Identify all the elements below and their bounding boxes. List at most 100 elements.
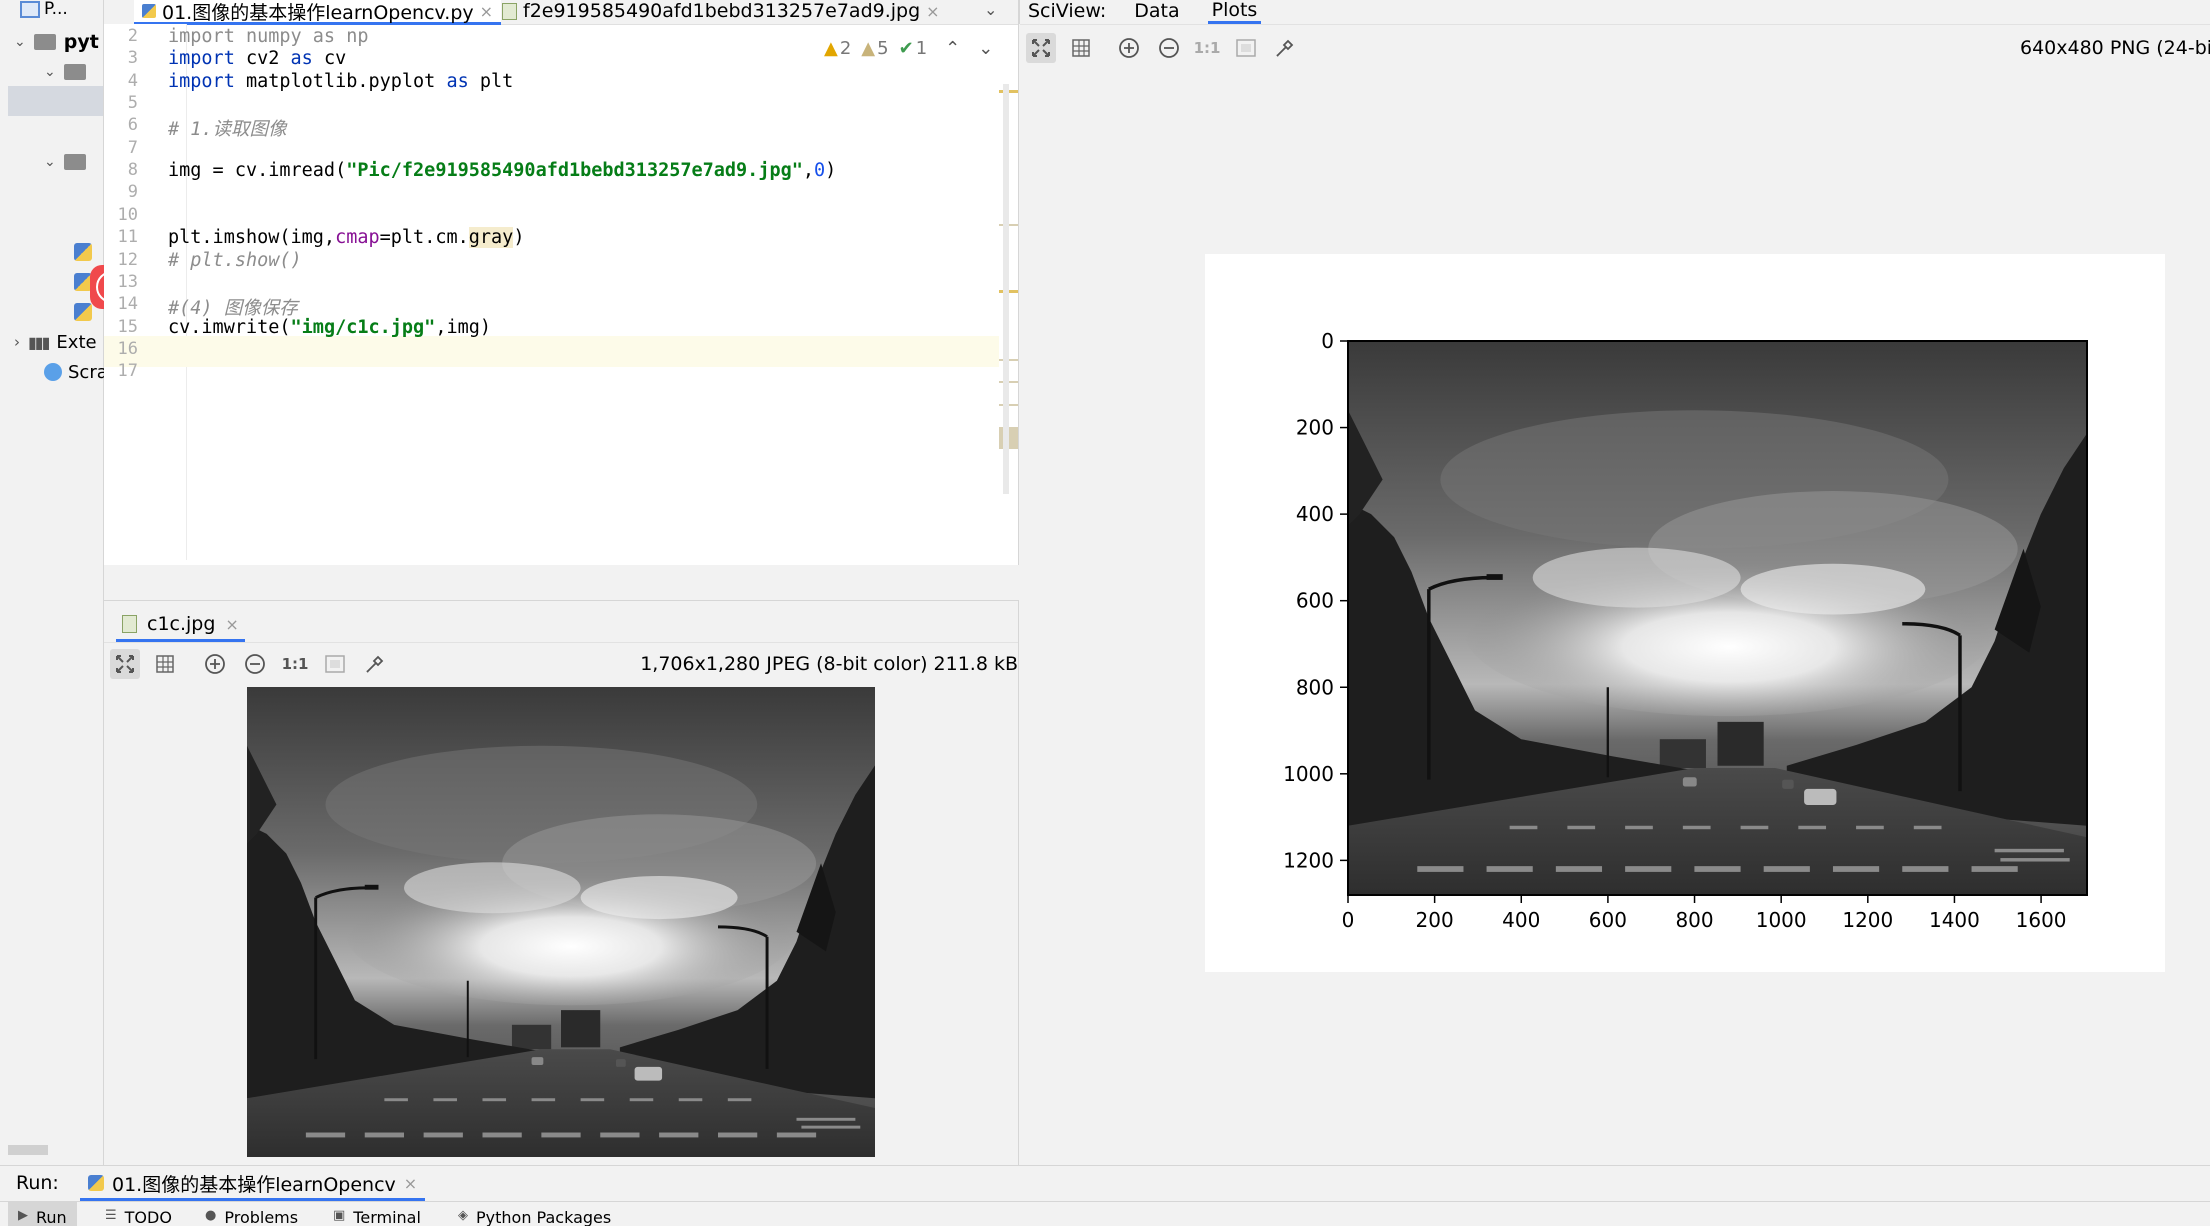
- line-number: 7: [127, 137, 138, 158]
- chevron-right-icon[interactable]: ›: [14, 333, 20, 351]
- terminal-icon: ▣: [333, 1208, 346, 1223]
- code-line[interactable]: 9: [104, 182, 999, 204]
- y-tick-label: 0: [1321, 329, 1334, 353]
- folder-icon: [63, 154, 86, 170]
- code-line[interactable]: 11 plt.imshow(img,cmap=plt.cm.gray): [104, 227, 999, 249]
- code-line[interactable]: 8 img = cv.imread("Pic/f2e919585490afd1be…: [104, 160, 999, 182]
- code-area[interactable]: 2 import numpy as np 3 import cv2 as cv 4 imp…: [104, 24, 999, 564]
- bottom-tab-todo[interactable]: ☰ TODO: [105, 1202, 172, 1226]
- grid-icon[interactable]: [1066, 33, 1096, 63]
- bottom-tab-label: TODO: [124, 1208, 172, 1226]
- code-line[interactable]: 14 #(4) 图像保存: [104, 294, 999, 319]
- color-picker-icon[interactable]: [360, 649, 390, 679]
- python-file-icon[interactable]: [74, 243, 92, 261]
- code-line[interactable]: 17: [104, 361, 999, 383]
- actual-size-button[interactable]: 1:1: [280, 649, 310, 679]
- bottom-tab-problems[interactable]: ● Problems: [205, 1202, 298, 1226]
- code-line[interactable]: 3 import cv2 as cv: [104, 48, 999, 70]
- chevron-down-icon[interactable]: ⌄: [44, 64, 56, 80]
- code-text[interactable]: cv.imwrite("img/c1c.jpg",img): [168, 317, 491, 338]
- chevron-down-icon[interactable]: ⌄: [14, 34, 26, 50]
- python-file-icon[interactable]: [74, 303, 92, 321]
- fit-zoom-icon[interactable]: [1026, 33, 1056, 63]
- tab-plots[interactable]: Plots: [1207, 0, 1262, 24]
- line-number: 2: [127, 26, 138, 46]
- x-tick-label: 200: [1416, 908, 1454, 932]
- actual-size-button[interactable]: 1:1: [1192, 33, 1222, 63]
- vertical-scrollbar[interactable]: [1003, 84, 1009, 494]
- tree-item-folder[interactable]: ⌄: [44, 150, 86, 174]
- project-panel-header[interactable]: P...: [20, 0, 68, 19]
- tree-item-label: Exte: [56, 331, 97, 353]
- python-file-icon: [142, 4, 156, 18]
- bottom-tab-python-packages[interactable]: ◈ Python Packages: [458, 1202, 611, 1226]
- line-number: 12: [117, 249, 138, 270]
- close-icon[interactable]: ×: [225, 615, 238, 634]
- color-picker-icon[interactable]: [1270, 33, 1300, 63]
- folder-icon: [63, 64, 86, 80]
- line-number: 8: [127, 160, 138, 181]
- scratches-icon: [44, 363, 62, 381]
- editor-pane: 01.图像的基本操作learnOpencv.py × f2e919585490a…: [104, 0, 1066, 565]
- code-line[interactable]: 12 # plt.show(): [104, 250, 999, 272]
- code-line[interactable]: 5: [104, 93, 999, 115]
- chevron-down-icon[interactable]: ⌄: [44, 154, 56, 170]
- grid-icon[interactable]: [150, 649, 180, 679]
- close-icon[interactable]: ×: [404, 1174, 417, 1193]
- tab-data[interactable]: Data: [1134, 0, 1179, 22]
- tree-item-root[interactable]: ⌄ pyt: [14, 30, 99, 54]
- code-line[interactable]: 13: [104, 272, 999, 294]
- sciview-header-divider: [1020, 24, 2210, 25]
- background-icon[interactable]: [1231, 33, 1261, 63]
- tree-selection-row[interactable]: [8, 86, 103, 116]
- editor-tab-active[interactable]: 01.图像的基本操作learnOpencv.py ×: [134, 0, 502, 25]
- code-line[interactable]: 16: [104, 339, 999, 361]
- code-line[interactable]: 15 cv.imwrite("img/c1c.jpg",img): [104, 317, 999, 339]
- line-number: 9: [127, 182, 138, 203]
- zoom-out-icon[interactable]: [240, 649, 270, 679]
- horizontal-scrollbar[interactable]: [8, 1145, 48, 1155]
- zoom-in-icon[interactable]: [1114, 33, 1144, 63]
- run-bar: Run: 01.图像的基本操作learnOpencv ×: [0, 1165, 2210, 1202]
- image-viewer-tab[interactable]: c1c.jpg ×: [116, 609, 245, 642]
- actual-size-label: 1:1: [1193, 39, 1221, 57]
- code-text[interactable]: import cv2 as cv: [168, 48, 346, 69]
- code-line[interactable]: 10: [104, 205, 999, 227]
- editor-tab-label: f2e919585490afd1bebd313257e7ad9.jpg: [523, 0, 921, 22]
- image-file-icon: [122, 615, 137, 633]
- error-stripe[interactable]: [999, 24, 1018, 524]
- code-text[interactable]: import numpy as np: [168, 26, 368, 47]
- bottom-tab-run[interactable]: ▶ Run: [8, 1202, 77, 1226]
- line-number: 16: [117, 338, 138, 359]
- line-number: 10: [117, 204, 138, 225]
- close-icon[interactable]: ×: [926, 2, 939, 21]
- code-text[interactable]: img = cv.imread("Pic/f2e919585490afd1beb…: [168, 160, 836, 181]
- editor-tab-label: 01.图像的基本操作learnOpencv.py: [162, 1, 474, 24]
- tree-item-scratches[interactable]: Scra: [44, 360, 108, 384]
- bottom-tab-terminal[interactable]: ▣ Terminal: [333, 1202, 421, 1226]
- code-text[interactable]: # plt.show(): [168, 250, 302, 271]
- zoom-in-icon[interactable]: [200, 649, 230, 679]
- image-file-icon: [502, 2, 517, 20]
- fit-zoom-icon[interactable]: [110, 649, 140, 679]
- code-line[interactable]: 7: [104, 138, 999, 160]
- run-config-tab[interactable]: 01.图像的基本操作learnOpencv ×: [80, 1168, 426, 1201]
- close-icon[interactable]: ×: [480, 2, 493, 21]
- code-line[interactable]: 6 # 1.读取图像: [104, 115, 999, 140]
- code-text[interactable]: import matplotlib.pyplot as plt: [168, 71, 513, 92]
- tree-item-sub[interactable]: ⌄: [44, 60, 86, 84]
- y-tick-label: 600: [1296, 589, 1334, 613]
- code-text[interactable]: plt.imshow(img,cmap=plt.cm.gray): [168, 227, 524, 249]
- editor-tab[interactable]: f2e919585490afd1bebd313257e7ad9.jpg ×: [494, 0, 948, 22]
- background-icon[interactable]: [320, 649, 350, 679]
- project-panel: P... ⌄ pyt ⌄ ⌄ › ▮▮▮ Exte Scra: [0, 0, 108, 1165]
- bottom-tab-label: Terminal: [353, 1208, 421, 1226]
- line-number: 13: [117, 271, 138, 292]
- x-tick-label: 1600: [2016, 908, 2067, 932]
- zoom-out-icon[interactable]: [1154, 33, 1184, 63]
- pane-separator[interactable]: [104, 565, 1018, 600]
- tab-list-chevron-icon[interactable]: ⌄: [984, 0, 997, 19]
- tree-item-external-libs[interactable]: › ▮▮▮ Exte: [14, 330, 97, 354]
- code-line[interactable]: 4 import matplotlib.pyplot as plt: [104, 71, 999, 93]
- code-line[interactable]: 2 import numpy as np: [104, 26, 999, 48]
